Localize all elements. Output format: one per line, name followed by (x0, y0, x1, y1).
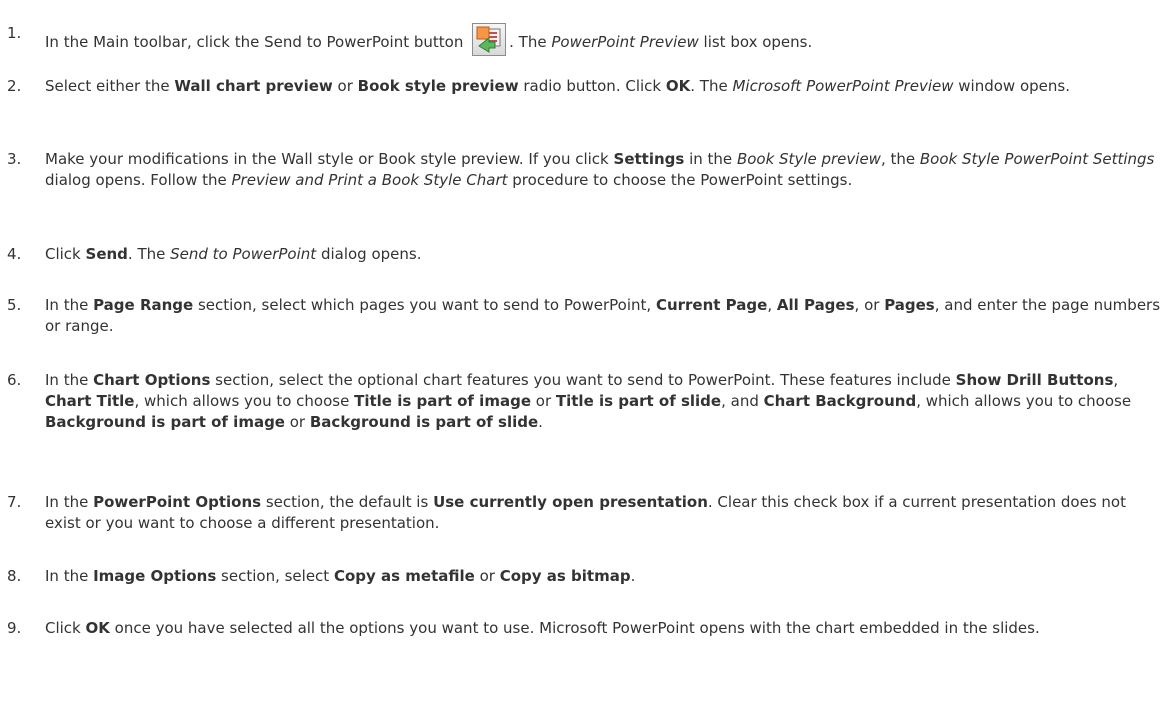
bold-term: All Pages (776, 296, 855, 314)
bold-term: OK (85, 619, 110, 637)
step-number: 8. (7, 567, 22, 585)
step-9: 9. Click OK once you have selected all t… (7, 618, 1162, 639)
bold-term: Copy as metafile (333, 567, 475, 585)
text-run: procedure to choose the PowerPoint setti… (507, 171, 853, 189)
text-run: , and (721, 392, 764, 410)
bold-term: Current Page (655, 296, 768, 314)
bold-term: Use currently open presentation (433, 493, 708, 511)
text-run: . (630, 567, 636, 585)
step-7: 7. In the PowerPoint Options section, th… (7, 492, 1162, 534)
text-run: or (332, 77, 358, 95)
text-run: or (474, 567, 500, 585)
text-run: , or (854, 296, 885, 314)
bold-term: Show Drill Buttons (955, 371, 1114, 389)
italic-term: Microsoft PowerPoint Preview (732, 77, 954, 95)
step-number: 9. (7, 619, 22, 637)
step-number: 4. (7, 245, 22, 263)
text-run: radio button. Click (518, 77, 666, 95)
text-run: , the (880, 150, 920, 168)
step-1: 1. In the Main toolbar, click the Send t… (7, 23, 1162, 56)
bold-term: Title is part of image (354, 392, 531, 410)
step-text: In the Chart Options section, select the… (45, 370, 1162, 433)
text-run: In the (45, 493, 94, 511)
text-run: section, the default is (261, 493, 434, 511)
text-run: Make your modifications in the Wall styl… (45, 150, 614, 168)
bold-term: Background is part of image (45, 413, 285, 431)
step-text: In the Image Options section, select Cop… (45, 566, 1162, 587)
text-run: In the (45, 371, 94, 389)
step-text: In the Main toolbar, click the Send to P… (45, 23, 1162, 56)
step-6: 6. In the Chart Options section, select … (7, 370, 1162, 433)
step-text: In the Page Range section, select which … (45, 295, 1162, 337)
italic-term: PowerPoint Preview (551, 33, 699, 51)
step-text: In the PowerPoint Options section, the d… (45, 492, 1162, 534)
step-8: 8. In the Image Options section, select … (7, 566, 1162, 587)
text-run: section, select which pages you want to … (193, 296, 656, 314)
text-run: , which allows you to choose (916, 392, 1132, 410)
text-run: section, select the optional chart featu… (210, 371, 956, 389)
text-run: . The (509, 33, 552, 51)
bold-term: Settings (613, 150, 685, 168)
step-text: Click Send. The Send to PowerPoint dialo… (45, 244, 1162, 265)
step-text: Make your modifications in the Wall styl… (45, 149, 1162, 191)
text-run: dialog opens. Follow the (45, 171, 232, 189)
text-run: Click (45, 619, 86, 637)
step-3: 3. Make your modifications in the Wall s… (7, 149, 1162, 191)
text-run: . The (690, 77, 733, 95)
instruction-steps: 1. In the Main toolbar, click the Send t… (0, 0, 1166, 709)
step-number: 6. (7, 371, 22, 389)
bold-term: Send (85, 245, 128, 263)
text-run: dialog opens. (316, 245, 422, 263)
italic-term: Book Style PowerPoint Settings (919, 150, 1155, 168)
bold-term: PowerPoint Options (93, 493, 262, 511)
bold-term: OK (665, 77, 691, 95)
send-to-powerpoint-icon (472, 23, 507, 56)
step-number: 2. (7, 77, 22, 95)
text-run: In the Main toolbar, click the Send to P… (45, 33, 469, 51)
text-run: . The (127, 245, 171, 263)
bold-term: Wall chart preview (174, 77, 333, 95)
text-run: or (531, 392, 556, 410)
text-run: In the (45, 296, 94, 314)
step-number: 3. (7, 150, 22, 168)
text-run: in the (684, 150, 737, 168)
bold-term: Copy as bitmap (499, 567, 631, 585)
step-text: Select either the Wall chart preview or … (45, 76, 1162, 97)
text-run: , which allows you to choose (134, 392, 355, 410)
italic-term: Preview and Print a Book Style Chart (231, 171, 508, 189)
text-run: or (284, 413, 310, 431)
text-run: . (538, 413, 543, 431)
bold-term: Chart Title (45, 392, 135, 410)
text-run: section, select (216, 567, 334, 585)
text-run: Select either the (45, 77, 175, 95)
step-number: 1. (7, 24, 22, 42)
step-text: Click OK once you have selected all the … (45, 618, 1162, 639)
bold-term: Book style preview (357, 77, 519, 95)
step-4: 4. Click Send. The Send to PowerPoint di… (7, 244, 1162, 265)
bold-term: Image Options (93, 567, 217, 585)
bold-term: Page Range (93, 296, 194, 314)
step-number: 7. (7, 493, 22, 511)
bold-term: Chart Background (763, 392, 917, 410)
step-2: 2. Select either the Wall chart preview … (7, 76, 1162, 97)
bold-term: Pages (884, 296, 935, 314)
step-number: 5. (7, 296, 22, 314)
step-5: 5. In the Page Range section, select whi… (7, 295, 1162, 337)
bold-term: Background is part of slide (309, 413, 539, 431)
italic-term: Book Style preview (736, 150, 881, 168)
italic-term: Send to PowerPoint (170, 245, 317, 263)
bold-term: Title is part of slide (555, 392, 722, 410)
text-run: Click (45, 245, 86, 263)
text-run: , (1113, 371, 1119, 389)
text-run: In the (45, 567, 94, 585)
bold-term: Chart Options (93, 371, 211, 389)
text-run: , (767, 296, 777, 314)
text-run: once you have selected all the options y… (109, 619, 1040, 637)
text-run: window opens. (953, 77, 1070, 95)
text-run: list box opens. (698, 33, 813, 51)
